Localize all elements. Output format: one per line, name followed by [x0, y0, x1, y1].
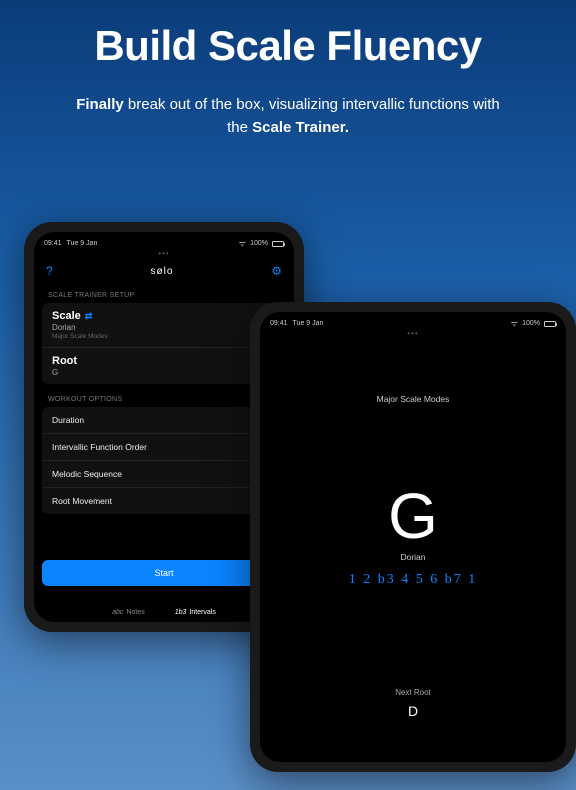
status-date: Tue 9 Jan	[293, 320, 324, 327]
current-scale: Dorian	[400, 552, 425, 562]
multitask-dots-icon: •••	[34, 249, 294, 258]
status-time: 09:41	[44, 240, 62, 247]
tab-intervals-label: Intervals	[189, 609, 215, 616]
next-root-label: Next Root	[395, 688, 431, 697]
hero-title: Build Scale Fluency	[0, 22, 576, 70]
battery-percent: 100%	[522, 320, 540, 327]
current-note: G	[388, 484, 438, 548]
nav-bar: ? sølo ⚙	[34, 258, 294, 288]
shuffle-icon[interactable]: ⇄	[85, 311, 93, 322]
tab-notes-label: Notes	[126, 609, 144, 616]
root-value: G	[52, 368, 276, 377]
hero-bold-2: Scale Trainer.	[252, 119, 349, 136]
status-time: 09:41	[270, 320, 288, 327]
device-trainer: 09:41 Tue 9 Jan ᯤ 100% ••• Major Scale M…	[250, 302, 576, 772]
app-title: sølo	[151, 266, 174, 277]
battery-percent: 100%	[250, 240, 268, 247]
scale-value: Dorian	[52, 323, 276, 332]
hero-subtitle: Finally break out of the box, visualizin…	[68, 94, 508, 139]
settings-icon[interactable]: ⚙	[271, 264, 282, 278]
hero-bold-1: Finally	[76, 96, 124, 113]
multitask-dots-icon: •••	[260, 329, 566, 338]
scale-family: Major Scale Modes	[52, 333, 276, 340]
help-icon[interactable]: ?	[46, 264, 53, 278]
root-label: Root	[52, 355, 77, 367]
battery-icon	[544, 321, 556, 327]
status-date: Tue 9 Jan	[67, 240, 98, 247]
tab-intervals[interactable]: 1b3 Intervals	[175, 609, 216, 616]
notes-icon: abc	[112, 609, 123, 616]
interval-formula: 1 2 b3 4 5 6 b7 1	[349, 572, 478, 588]
mode-label: Major Scale Modes	[377, 394, 450, 404]
wifi-icon: ᯤ	[511, 318, 518, 329]
next-root-note: D	[408, 703, 418, 719]
tab-notes[interactable]: abc Notes	[112, 609, 145, 616]
intervals-icon: 1b3	[175, 609, 187, 616]
wifi-icon: ᯤ	[239, 238, 246, 249]
battery-icon	[272, 241, 284, 247]
section-header-setup: SCALE TRAINER SETUP	[34, 288, 294, 303]
scale-label: Scale	[52, 310, 81, 322]
